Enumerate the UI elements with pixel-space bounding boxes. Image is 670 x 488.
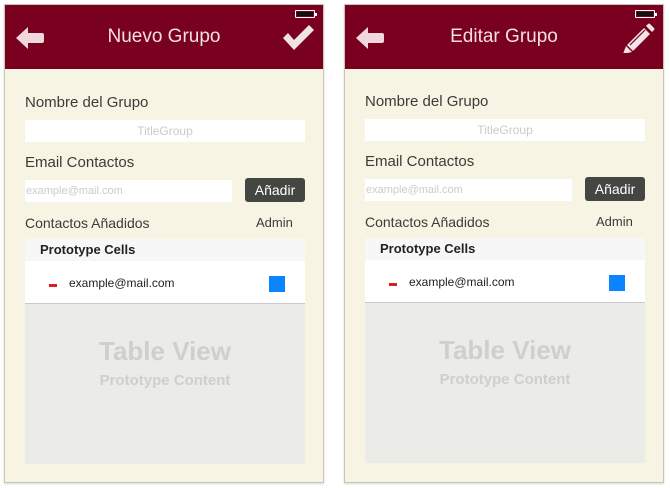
added-contacts-label: Contactos Añadidos bbox=[25, 215, 150, 231]
admin-toggle[interactable] bbox=[269, 276, 285, 292]
section-header-label: Prototype Cells bbox=[40, 242, 136, 257]
checkmark-icon[interactable] bbox=[281, 23, 315, 53]
contacts-table[interactable]: Prototype Cells example@mail.com Table V… bbox=[25, 239, 305, 464]
contacts-table[interactable]: Prototype Cells example@mail.com Table V… bbox=[365, 238, 645, 463]
navigation-bar: Editar Grupo bbox=[345, 5, 663, 69]
table-placeholder-title: Table View bbox=[99, 336, 231, 366]
group-name-label: Nombre del Grupo bbox=[365, 93, 489, 110]
screen-new-group: Nuevo Grupo Nombre del Grupo Email Conta… bbox=[4, 4, 324, 483]
email-input[interactable] bbox=[365, 179, 572, 201]
battery-icon bbox=[295, 10, 317, 18]
contact-email: example@mail.com bbox=[409, 275, 515, 289]
page-title: Nuevo Grupo bbox=[107, 26, 221, 47]
delete-minus-icon[interactable] bbox=[389, 283, 397, 286]
contact-email: example@mail.com bbox=[69, 276, 175, 290]
section-header-label: Prototype Cells bbox=[380, 241, 476, 256]
table-row[interactable]: example@mail.com bbox=[25, 261, 305, 304]
table-section-header: Prototype Cells bbox=[25, 239, 305, 261]
add-button[interactable]: Añadir bbox=[245, 178, 305, 202]
add-button[interactable]: Añadir bbox=[585, 177, 645, 201]
page-title: Editar Grupo bbox=[450, 26, 558, 47]
back-arrow-icon[interactable] bbox=[355, 24, 385, 52]
table-placeholder-subtitle: Prototype Content bbox=[439, 371, 571, 388]
table-placeholder-title: Table View bbox=[439, 335, 571, 365]
group-name-input[interactable] bbox=[25, 120, 305, 142]
navigation-bar: Nuevo Grupo bbox=[5, 5, 323, 69]
admin-label: Admin bbox=[256, 215, 293, 230]
group-name-label: Nombre del Grupo bbox=[25, 94, 149, 111]
admin-label: Admin bbox=[596, 214, 633, 229]
email-contacts-label: Email Contactos bbox=[25, 154, 135, 171]
screen-edit-group: Editar Grupo Nombre del Grupo Email Cont… bbox=[344, 4, 664, 483]
added-contacts-label: Contactos Añadidos bbox=[365, 214, 490, 230]
back-arrow-icon[interactable] bbox=[15, 24, 45, 52]
delete-minus-icon[interactable] bbox=[49, 284, 57, 287]
group-name-input[interactable] bbox=[365, 119, 645, 141]
email-contacts-label: Email Contactos bbox=[365, 153, 475, 170]
table-placeholder-subtitle: Prototype Content bbox=[99, 372, 231, 389]
admin-toggle[interactable] bbox=[609, 275, 625, 291]
email-input[interactable] bbox=[25, 180, 232, 202]
battery-icon bbox=[635, 10, 657, 18]
table-row[interactable]: example@mail.com bbox=[365, 260, 645, 303]
pencil-icon[interactable] bbox=[621, 23, 655, 53]
table-section-header: Prototype Cells bbox=[365, 238, 645, 260]
